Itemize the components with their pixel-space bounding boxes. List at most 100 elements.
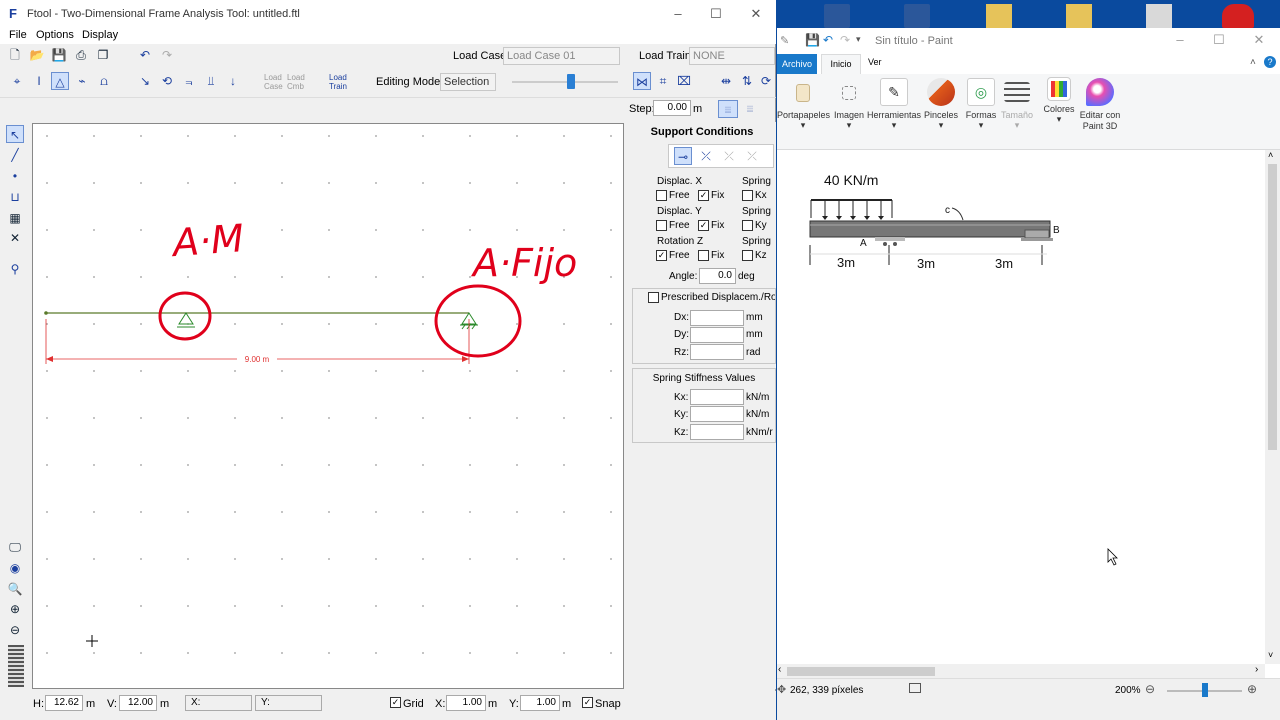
save-icon[interactable]: 💾 — [50, 46, 68, 64]
horizontal-scroll-thumb[interactable] — [787, 667, 935, 676]
kz-checkbox[interactable] — [742, 250, 753, 261]
ribbon-herramientas[interactable]: ✎ Herramientas ▾ — [867, 78, 921, 131]
zoom-slider-thumb[interactable] — [567, 74, 575, 89]
folder-icon[interactable] — [1146, 4, 1172, 28]
displ-y-fix-checkbox[interactable]: ✓ — [698, 220, 709, 231]
tab-ver[interactable]: Ver — [868, 57, 882, 67]
load-train-small-label[interactable]: Load Train — [329, 73, 347, 91]
menu-options[interactable]: Options — [36, 29, 74, 41]
ribbon-paint3d[interactable]: Editar con Paint 3D — [1077, 78, 1123, 132]
close-button[interactable]: ✕ — [746, 6, 766, 22]
drawing-canvas[interactable]: 9.00 m A·M A·Fijo — [32, 123, 624, 689]
result-tool-icon-2[interactable]: ⌗ — [654, 72, 672, 90]
displ-x-free-checkbox[interactable] — [656, 190, 667, 201]
h-input[interactable]: 12.62 — [45, 695, 83, 711]
ribbon-formas[interactable]: ◎ Formas ▾ — [963, 78, 999, 131]
zoom-out-icon[interactable]: ⊖ — [6, 621, 24, 639]
grid-checkbox[interactable]: ✓ — [390, 697, 401, 708]
paint-minimize-button[interactable]: – — [1170, 32, 1190, 47]
redo-icon[interactable]: ↷ — [158, 46, 176, 64]
ribbon-colores[interactable]: Colores ▾ — [1041, 77, 1077, 125]
snap-checkbox[interactable]: ✓ — [582, 697, 593, 708]
grid-y-input[interactable]: 1.00 — [520, 695, 560, 711]
quick-undo-icon[interactable]: ↶ — [823, 33, 833, 47]
zoom-icon[interactable]: 🔍 — [6, 580, 24, 598]
section-tool-icon[interactable]: I — [30, 72, 48, 90]
quick-save-icon[interactable]: 💾 — [805, 33, 820, 47]
help-icon[interactable]: ? — [1264, 56, 1276, 68]
tab-archivo[interactable]: Archivo — [777, 54, 817, 74]
step-input[interactable]: 0.00 — [653, 100, 691, 116]
editing-mode-select[interactable]: Selection — [440, 73, 496, 91]
rot-z-free-checkbox[interactable]: ✓ — [656, 250, 667, 261]
snap-node-icon[interactable]: ⚲ — [6, 260, 24, 278]
rot-z-fix-checkbox[interactable] — [698, 250, 709, 261]
tab-inicio[interactable]: Inicio — [821, 54, 861, 75]
dy-input[interactable] — [690, 327, 744, 343]
load-moment-icon[interactable]: ⟲ — [158, 72, 176, 90]
v-input[interactable]: 12.00 — [119, 695, 157, 711]
cupe-icon[interactable] — [1222, 4, 1254, 28]
minimize-button[interactable]: – — [668, 6, 688, 21]
result-tool-icon-3[interactable]: ⌧ — [675, 72, 693, 90]
load-thermal-icon[interactable]: ⫫ — [202, 72, 220, 90]
support-type-icon-3[interactable]: ⤫ — [720, 147, 738, 165]
dx-input[interactable] — [690, 310, 744, 326]
paint-close-button[interactable]: ✕ — [1249, 32, 1269, 48]
load-case-select[interactable]: Load Case 01 — [503, 47, 620, 65]
dimension-icon[interactable]: ⊔ — [6, 188, 24, 206]
step-icon-2[interactable]: ⦙⦙⦙ — [740, 100, 760, 118]
load-case-small-label[interactable]: Load Case — [264, 73, 283, 91]
rz-input[interactable] — [690, 344, 744, 360]
word-icon[interactable] — [904, 4, 930, 28]
print-icon[interactable]: ⎙ — [72, 46, 90, 64]
ruler-icon[interactable]: ▦ — [6, 209, 24, 227]
folder-icon[interactable] — [986, 4, 1012, 28]
menu-display[interactable]: Display — [82, 29, 118, 41]
support-type-icon-1[interactable]: ⊸ — [674, 147, 692, 165]
load-train-select[interactable]: NONE — [689, 47, 775, 65]
monitor-icon[interactable]: 🖵 — [6, 538, 24, 556]
word-icon[interactable] — [824, 4, 850, 28]
ribbon-collapse-icon[interactable]: ˄ — [1250, 57, 1256, 68]
support-tool-icon[interactable]: △ — [51, 72, 69, 90]
undo-icon[interactable]: ↶ — [136, 46, 154, 64]
zoom-slider-track[interactable] — [512, 81, 618, 83]
scroll-left-icon[interactable]: ‹ — [778, 664, 781, 675]
paint-canvas[interactable]: 40 KN/m c A B 3m 3m 3m — [777, 150, 1265, 664]
ribbon-portapapeles[interactable]: Portapapeles ▾ — [777, 78, 830, 131]
horizontal-scrollbar[interactable]: ‹ › — [777, 664, 1265, 678]
ky-stiff-input[interactable] — [690, 406, 744, 422]
draw-point-icon[interactable]: • — [6, 167, 24, 185]
new-file-icon[interactable]: 🗋 — [6, 46, 24, 64]
paint-maximize-button[interactable]: ☐ — [1209, 32, 1229, 48]
frame-tool-icon[interactable]: ⩍ — [95, 72, 113, 90]
result-tool-icon-5[interactable]: ⇅ — [738, 72, 756, 90]
node-tool-icon[interactable]: ⌖ — [8, 72, 26, 90]
globe-icon[interactable]: ◉ — [6, 559, 24, 577]
hinge-tool-icon[interactable]: ⌁ — [73, 72, 91, 90]
scroll-right-icon[interactable]: › — [1255, 664, 1258, 675]
ky-checkbox[interactable] — [742, 220, 753, 231]
draw-line-icon[interactable]: ╱ — [6, 146, 24, 164]
load-point-icon[interactable]: ↘ — [136, 72, 154, 90]
zoom-in-icon[interactable]: ⊕ — [6, 600, 24, 618]
open-file-icon[interactable]: 📂 — [28, 46, 46, 64]
result-tool-icon-1[interactable]: ⋈ — [633, 72, 651, 90]
ribbon-tamano[interactable]: Tamaño ▾ — [999, 78, 1035, 131]
scroll-up-icon[interactable]: ˄ — [1268, 150, 1273, 160]
delete-icon[interactable]: ✕ — [6, 229, 24, 247]
kx-checkbox[interactable] — [742, 190, 753, 201]
load-distributed-icon[interactable]: ⫬ — [180, 72, 198, 90]
zoom-out-button[interactable]: ⊖ — [1145, 682, 1155, 696]
select-arrow-icon[interactable]: ↖ — [6, 125, 24, 143]
support-type-icon-2[interactable]: ⤫ — [697, 147, 715, 165]
angle-input[interactable]: 0.0 — [699, 268, 736, 284]
support-type-icon-4[interactable]: ⤫ — [743, 147, 761, 165]
vertical-scrollbar[interactable]: ˄ ˅ — [1265, 150, 1280, 664]
vertical-scroll-thumb[interactable] — [1268, 164, 1277, 450]
menu-file[interactable]: File — [9, 29, 27, 41]
kz-stiff-input[interactable] — [690, 424, 744, 440]
displ-y-free-checkbox[interactable] — [656, 220, 667, 231]
step-icon-1[interactable]: ⦙⦙⦙ — [718, 100, 738, 118]
